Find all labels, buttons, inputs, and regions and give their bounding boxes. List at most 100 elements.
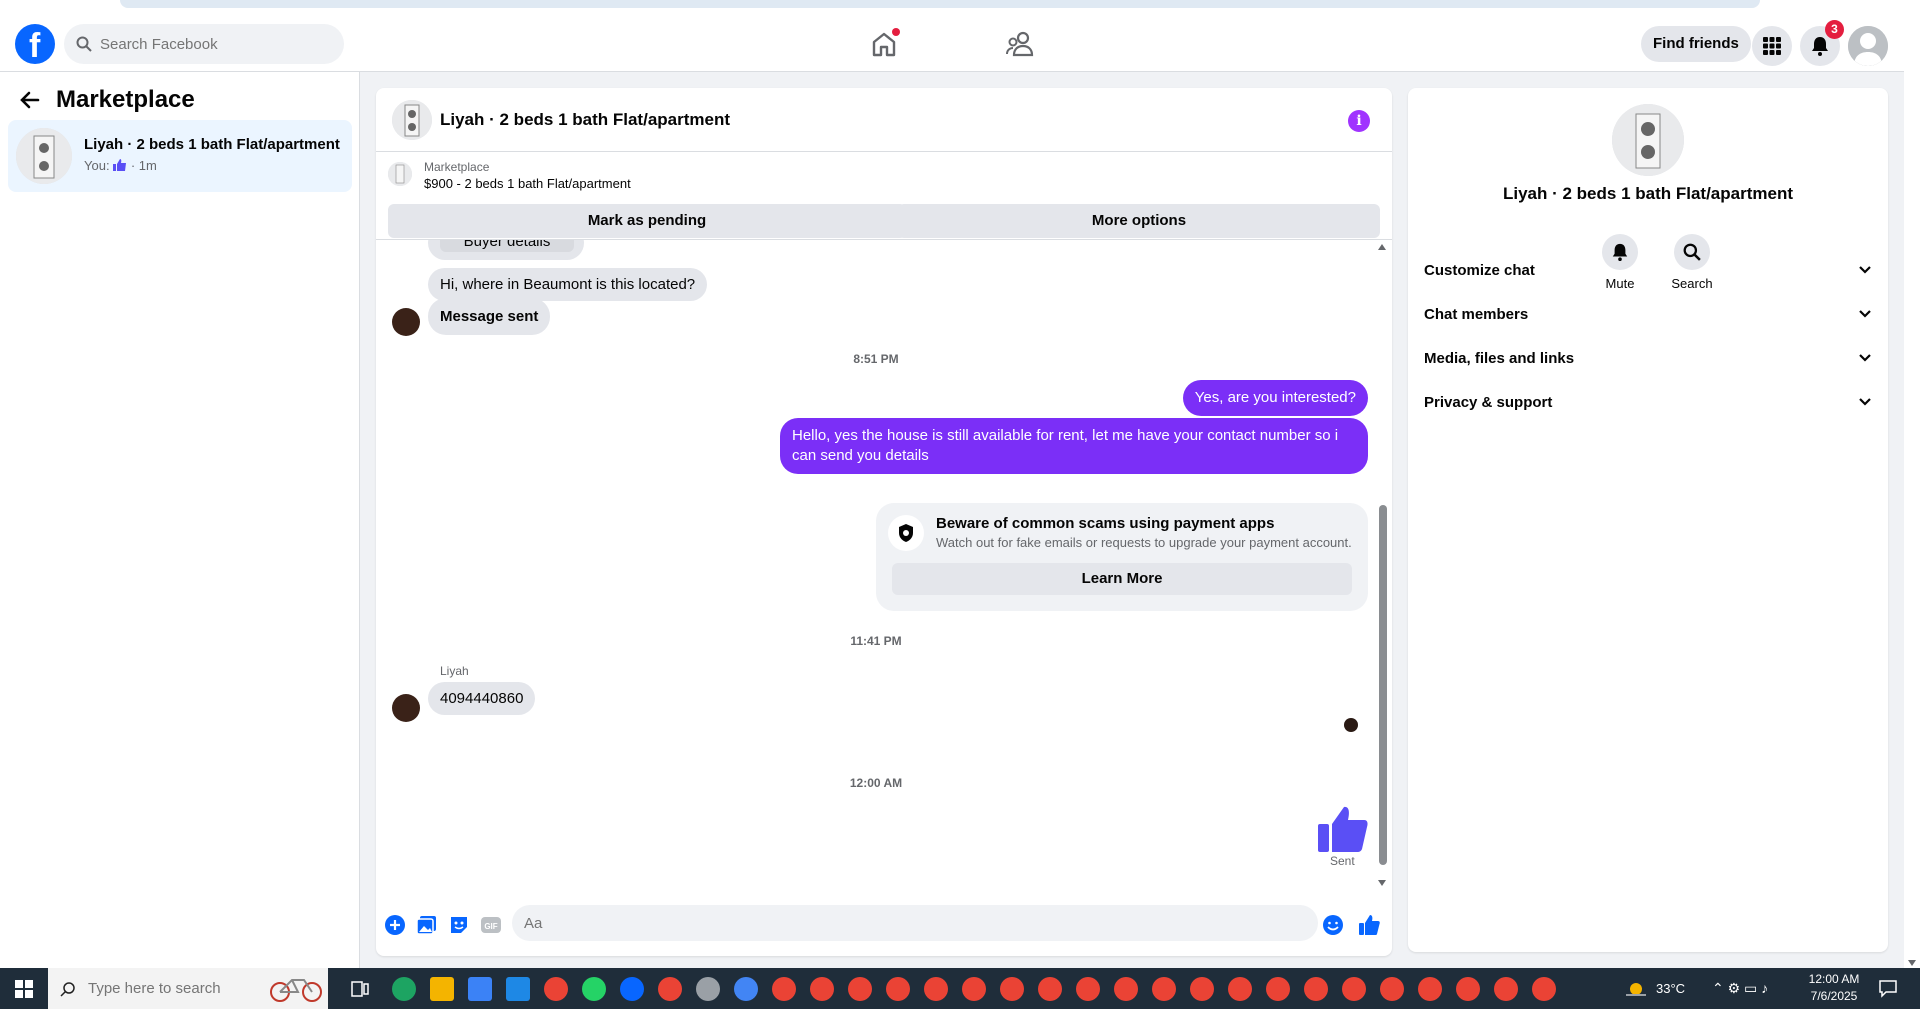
buyer-details-button[interactable]: Buyer details xyxy=(440,240,574,252)
chrome-icon[interactable] xyxy=(1038,977,1062,1001)
read-receipt-avatar xyxy=(1344,718,1358,732)
privacy-support-section[interactable]: Privacy & support xyxy=(1424,380,1872,424)
home-notification-dot xyxy=(892,28,900,36)
notification-center-icon[interactable] xyxy=(1878,978,1898,998)
like-send-icon[interactable] xyxy=(1358,914,1380,936)
emoji-icon[interactable] xyxy=(1322,914,1344,936)
timestamp: 11:41 PM xyxy=(850,634,902,648)
conversation-item[interactable]: Liyah · 2 beds 1 bath Flat/apartment You… xyxy=(8,120,352,192)
message-thread: Buyer details Hi, where in Beaumont is t… xyxy=(376,240,1392,890)
large-like-icon xyxy=(1318,806,1368,852)
learn-more-button[interactable]: Learn More xyxy=(892,563,1352,595)
search-facebook[interactable] xyxy=(64,24,344,64)
chat-members-section[interactable]: Chat members xyxy=(1424,292,1872,336)
chrome-icon[interactable] xyxy=(658,977,682,1001)
task-view-icon[interactable] xyxy=(348,977,372,1001)
store-icon[interactable] xyxy=(468,977,492,1001)
notifications-bell-icon[interactable]: 3 xyxy=(1800,20,1844,66)
chrome-icon[interactable] xyxy=(734,977,758,1001)
chrome-icon[interactable] xyxy=(1456,977,1480,1001)
chrome-icon[interactable] xyxy=(1000,977,1024,1001)
timestamp: 8:51 PM xyxy=(853,352,899,366)
chrome-icon[interactable] xyxy=(1152,977,1176,1001)
message-composer: GIF xyxy=(376,900,1392,950)
search-input[interactable] xyxy=(100,35,320,53)
taskbar-clock[interactable]: 12:00 AM 7/6/2025 xyxy=(1800,971,1868,1005)
facebook-logo-icon[interactable]: f xyxy=(15,24,55,65)
chrome-icon[interactable] xyxy=(1304,977,1328,1001)
chrome-icon[interactable] xyxy=(962,977,986,1001)
chrome-icon[interactable] xyxy=(1228,977,1252,1001)
listing-thumbnail xyxy=(16,128,72,184)
listing-title[interactable]: $900 - 2 beds 1 bath Flat/apartment xyxy=(424,176,631,191)
account-avatar[interactable] xyxy=(1848,26,1888,66)
chat-header-thumbnail[interactable] xyxy=(392,100,432,140)
page-scrollbar[interactable] xyxy=(1904,14,1920,968)
message-input[interactable] xyxy=(512,905,1318,941)
chevron-down-icon xyxy=(1859,310,1871,318)
media-files-links-section[interactable]: Media, files and links xyxy=(1424,336,1872,380)
details-thumbnail[interactable] xyxy=(1612,104,1684,176)
menu-grid-icon[interactable] xyxy=(1752,26,1792,66)
chrome-icon[interactable] xyxy=(1114,977,1138,1001)
chrome-icon[interactable] xyxy=(1380,977,1404,1001)
edge-browser-icon[interactable] xyxy=(392,977,416,1001)
chrome-icon[interactable] xyxy=(1076,977,1100,1001)
timestamp: 12:00 AM xyxy=(849,776,903,790)
mail-icon[interactable] xyxy=(506,977,530,1001)
chat-panel: Liyah · 2 beds 1 bath Flat/apartment i M… xyxy=(376,88,1392,956)
gif-icon[interactable]: GIF xyxy=(480,914,502,936)
svg-text:GIF: GIF xyxy=(484,922,497,931)
taskbar-search[interactable] xyxy=(48,968,328,1009)
sender-avatar[interactable] xyxy=(392,694,420,722)
whatsapp-icon[interactable] xyxy=(582,977,606,1001)
facebook-app-icon[interactable] xyxy=(620,977,644,1001)
system-tray-icons[interactable]: ⌃ ⚙ ▭ ♪ xyxy=(1712,968,1768,1009)
chrome-icon[interactable] xyxy=(810,977,834,1001)
shield-icon xyxy=(888,515,924,551)
windows-taskbar: 33°C ⌃ ⚙ ▭ ♪ 12:00 AM 7/6/2025 xyxy=(0,968,1920,1009)
chrome-icon[interactable] xyxy=(924,977,948,1001)
back-arrow-icon[interactable] xyxy=(18,88,42,112)
chrome-icon[interactable] xyxy=(1266,977,1290,1001)
chat-scrollbar-thumb[interactable] xyxy=(1379,505,1387,865)
sticker-icon[interactable] xyxy=(448,914,470,936)
chevron-down-icon xyxy=(1859,266,1871,274)
chrome-icon[interactable] xyxy=(1418,977,1442,1001)
find-friends-button[interactable]: Find friends xyxy=(1641,26,1751,62)
chat-title[interactable]: Liyah · 2 beds 1 bath Flat/apartment xyxy=(440,110,730,130)
notifications-badge: 3 xyxy=(1825,20,1844,39)
weather-icon[interactable] xyxy=(1624,977,1648,1001)
sender-avatar[interactable] xyxy=(392,308,420,336)
info-icon[interactable]: i xyxy=(1348,110,1370,132)
outgoing-message: Yes, are you interested? xyxy=(1182,380,1368,416)
friends-nav-icon[interactable] xyxy=(1004,28,1036,60)
incoming-message: Hi, where in Beaumont is this located? xyxy=(428,268,708,301)
details-name: Liyah · 2 beds 1 bath Flat/apartment xyxy=(1502,184,1793,203)
more-options-button[interactable]: More options xyxy=(898,204,1380,238)
sent-status: Sent xyxy=(1330,854,1355,868)
file-explorer-icon[interactable] xyxy=(430,977,454,1001)
chevron-down-icon xyxy=(1859,398,1871,406)
chrome-icon[interactable] xyxy=(1190,977,1214,1001)
chrome-icon[interactable] xyxy=(544,977,568,1001)
chat-scrollbar[interactable] xyxy=(1376,240,1388,890)
customize-chat-section[interactable]: Customize chat xyxy=(1424,248,1872,292)
windows-start-icon[interactable] xyxy=(0,968,48,1009)
chrome-icon[interactable] xyxy=(848,977,872,1001)
plus-circle-icon[interactable] xyxy=(384,914,406,936)
scam-warning-title: Beware of common scams using payment app… xyxy=(936,515,1275,532)
mark-as-pending-button[interactable]: Mark as pending xyxy=(388,204,906,238)
chrome-icon[interactable] xyxy=(1532,977,1556,1001)
taskbar-search-input[interactable] xyxy=(88,980,268,997)
scam-warning-description: Watch out for fake emails or requests to… xyxy=(936,535,1352,550)
chrome-icon[interactable] xyxy=(1494,977,1518,1001)
temperature: 33°C xyxy=(1656,981,1686,996)
home-nav-icon[interactable] xyxy=(868,28,900,60)
chrome-icon[interactable] xyxy=(772,977,796,1001)
app-icon[interactable] xyxy=(696,977,720,1001)
photo-icon[interactable] xyxy=(416,914,438,936)
chrome-icon[interactable] xyxy=(886,977,910,1001)
chrome-icon[interactable] xyxy=(1342,977,1366,1001)
buyer-details-card: Buyer details xyxy=(428,240,584,260)
